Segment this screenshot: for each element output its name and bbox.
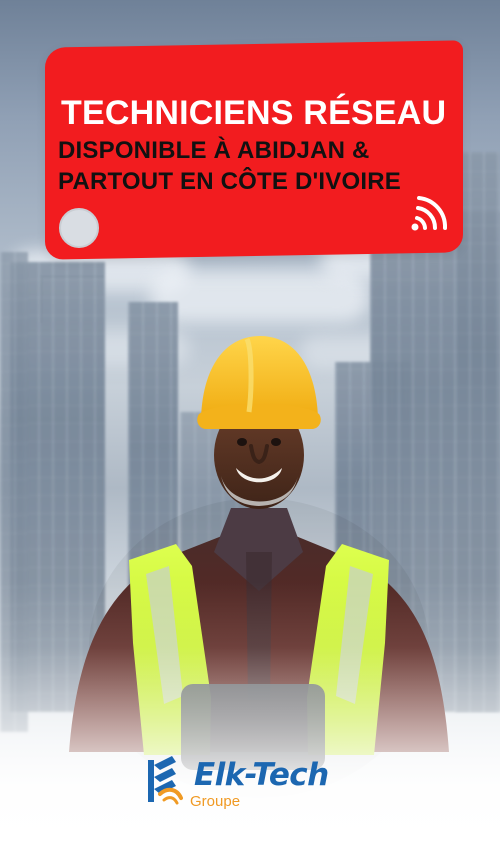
poster: TECHNICIENS RÉSEAU DISPONIBLE À ABIDJAN …: [0, 0, 500, 842]
headline-title: TECHNICIENS RÉSEAU: [61, 94, 447, 132]
left-eye: [237, 438, 247, 446]
headline-location-line: DISPONIBLE À ABIDJAN &: [58, 137, 370, 164]
headline-banner: TECHNICIENS RÉSEAU DISPONIBLE À ABIDJAN …: [45, 40, 463, 260]
decorative-dot: [59, 208, 99, 248]
company-logo: Elk-Tech Groupe: [143, 754, 367, 814]
logo-title: Elk-Tech: [194, 757, 329, 793]
headline-country-line: PARTOUT EN CÔTE D'IVOIRE: [58, 168, 401, 195]
right-eye: [271, 438, 281, 446]
elk-tech-logo-icon: [148, 756, 183, 805]
signal-icon: [411, 196, 448, 231]
logo-subtitle: Groupe: [190, 793, 241, 810]
